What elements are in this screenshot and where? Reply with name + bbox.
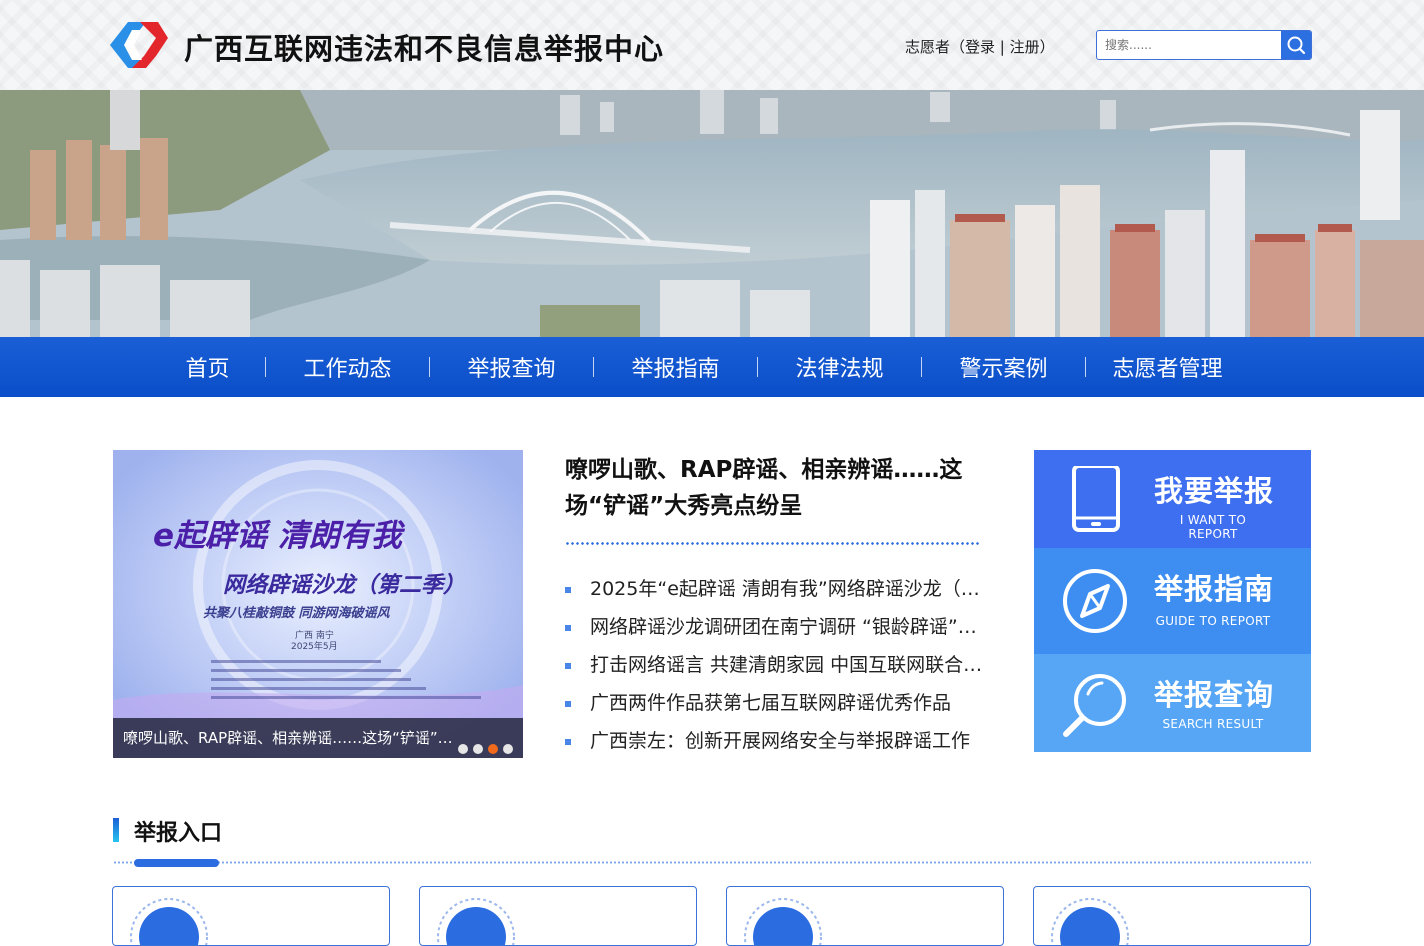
section-divider (113, 861, 1311, 864)
slide-dots (458, 744, 513, 754)
nav-item-3[interactable]: 举报查询 (430, 337, 593, 397)
quick-link-title: 举报查询 (1154, 678, 1275, 712)
poster-date: 2025年5月 (291, 642, 338, 652)
news-item[interactable]: 打击网络谣言 共建清朗家园 中国互联网联合辟谣平台 (565, 648, 985, 686)
nav-items: 首页 工作动态 举报查询 举报指南 法律法规 警示案例 志愿者管理 (150, 337, 1249, 397)
user-links: 志愿者（登录 | 注册） (905, 36, 1055, 57)
quick-link-subtitle: GUIDE TO REPORT (1155, 614, 1271, 628)
quick-link-subtitle: SEARCH RESULT (1162, 717, 1264, 731)
cityscape-illustration (0, 90, 1424, 338)
volunteer-label: 志愿者（ (905, 38, 966, 56)
section-accent-bar (134, 859, 219, 867)
site-header: 广西互联网违法和不良信息举报中心 志愿者（登录 | 注册） (0, 0, 1424, 90)
feature-slideshow[interactable]: e起辟谣 清朗有我 网络辟谣沙龙（第二季） 共聚八桂敲铜鼓 同游网海破谣风 广西… (113, 450, 523, 758)
section-marker (113, 818, 119, 842)
news-item[interactable]: 广西崇左：创新开展网络安全与举报辟谣工作 (565, 724, 985, 762)
nav-item-2[interactable]: 工作动态 (266, 337, 429, 397)
close-paren: ） (1039, 38, 1055, 56)
slide-dot-1[interactable] (458, 744, 468, 754)
report-entry-card-2[interactable] (419, 886, 697, 946)
news-item[interactable]: 广西两件作品获第七届互联网辟谣优秀作品 (565, 686, 985, 724)
news-item[interactable]: 网络辟谣沙龙调研团在南宁调研 “银龄辟谣”工作 (565, 610, 985, 648)
slide-dot-3[interactable] (488, 744, 498, 754)
site-title: 广西互联网违法和不良信息举报中心 (184, 32, 665, 66)
mobile-phone-icon (1072, 466, 1120, 532)
quick-link-guide[interactable]: 举报指南 GUIDE TO REPORT (1034, 548, 1311, 654)
nav-item-4[interactable]: 举报指南 (594, 337, 757, 397)
quick-link-report[interactable]: 我要举报 I WANT TO REPORT (1034, 450, 1311, 548)
headline-link[interactable]: 嘹啰山歌、RAP辟谣、相亲辨谣……这场“铲谣”大秀亮点纷呈 (565, 452, 985, 524)
quick-link-subtitle: I WANT TO REPORT (1179, 513, 1247, 541)
report-entry-icon (1051, 898, 1129, 945)
nav-item-1[interactable]: 首页 (150, 337, 265, 397)
magnifier-icon (1063, 674, 1126, 737)
search-icon (1287, 36, 1306, 55)
slide-dot-2[interactable] (473, 744, 483, 754)
search-button[interactable] (1281, 31, 1311, 59)
feature-caption: 嘹啰山歌、RAP辟谣、相亲辨谣……这场“铲谣”大秀亮点纷呈 (123, 729, 458, 747)
report-entry-icon (437, 898, 515, 945)
news-list: 2025年“e起辟谣 清朗有我”网络辟谣沙龙（第二季）活动在南宁举行网络辟谣沙龙… (565, 572, 985, 762)
report-entry-card-4[interactable] (1033, 886, 1311, 946)
main-nav: 首页 工作动态 举报查询 举报指南 法律法规 警示案例 志愿者管理 (0, 337, 1424, 397)
report-entry-card-1[interactable] (112, 886, 390, 946)
compass-icon (1063, 569, 1127, 633)
search-box (1096, 30, 1312, 60)
login-link[interactable]: 登录 (965, 38, 995, 56)
banner-cityscape-image (0, 90, 1424, 338)
headline-divider (565, 542, 980, 545)
slide-dot-4[interactable] (503, 744, 513, 754)
report-entry-icon (744, 898, 822, 945)
quick-link-search[interactable]: 举报查询 SEARCH RESULT (1034, 654, 1311, 752)
poster-title: e起辟谣 清朗有我 (153, 518, 402, 554)
nav-item-7[interactable]: 志愿者管理 (1086, 337, 1249, 397)
report-entry-icon (130, 898, 208, 945)
section-title: 举报入口 (134, 821, 223, 846)
poster-slogan: 共聚八桂敲铜鼓 同游网海破谣风 (203, 606, 390, 621)
search-input[interactable] (1097, 31, 1281, 59)
site-logo-icon[interactable] (110, 20, 168, 70)
poster-subtitle: 网络辟谣沙龙（第二季） (223, 573, 466, 598)
quick-link-title: 我要举报 (1154, 474, 1275, 508)
nav-item-5[interactable]: 法律法规 (758, 337, 921, 397)
register-link[interactable]: 注册 (1010, 38, 1040, 56)
report-entry-card-3[interactable] (726, 886, 1004, 946)
link-separator: | (995, 38, 1010, 56)
nav-item-6[interactable]: 警示案例 (922, 337, 1085, 397)
quick-link-title: 举报指南 (1154, 572, 1275, 606)
news-item[interactable]: 2025年“e起辟谣 清朗有我”网络辟谣沙龙（第二季）活动在南宁举行 (565, 572, 985, 610)
